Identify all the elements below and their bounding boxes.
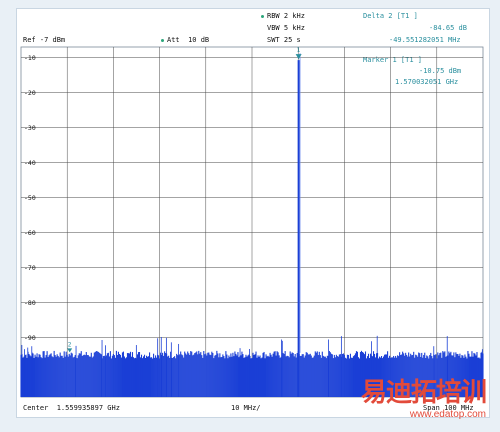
y-tick-label: -10 (24, 54, 36, 62)
y-tick-labels: -10 -20 -30 -40 -50 -60 -70 -80 -90 (24, 54, 36, 342)
marker2-label: 2 (68, 341, 72, 348)
y-tick-label: -90 (24, 334, 36, 342)
markers: 12 (67, 47, 302, 353)
center-freq-label: Center 1.559935897 GHz (23, 404, 120, 412)
marker1-label: 1 (297, 47, 301, 54)
y-tick-label: -30 (24, 124, 36, 132)
analyzer-screen: RBW 2 kHz VBW 5 kHz SWT 25 s Ref -7 dBm … (16, 8, 490, 418)
span-per-div-label: 10 MHz/ (231, 404, 261, 412)
spectrum-plot: -10-20-30-40-50-60-70-80-90 12 (20, 46, 484, 398)
y-tick-label: -70 (24, 264, 36, 272)
watermark-logo: 易迪拓培训 (360, 378, 487, 408)
watermark-url: www.edatop.com (409, 409, 486, 420)
y-tick-label: -20 (24, 89, 36, 97)
marker1-triangle (295, 54, 302, 60)
y-tick-label: -40 (24, 159, 36, 167)
marker2-triangle (67, 348, 73, 353)
y-tick-label: -60 (24, 229, 36, 237)
grid (21, 47, 483, 397)
watermark: 易迪拓培训 www.edatop.com (360, 372, 487, 420)
y-tick-label: -80 (24, 299, 36, 307)
y-tick-label: -50 (24, 194, 36, 202)
